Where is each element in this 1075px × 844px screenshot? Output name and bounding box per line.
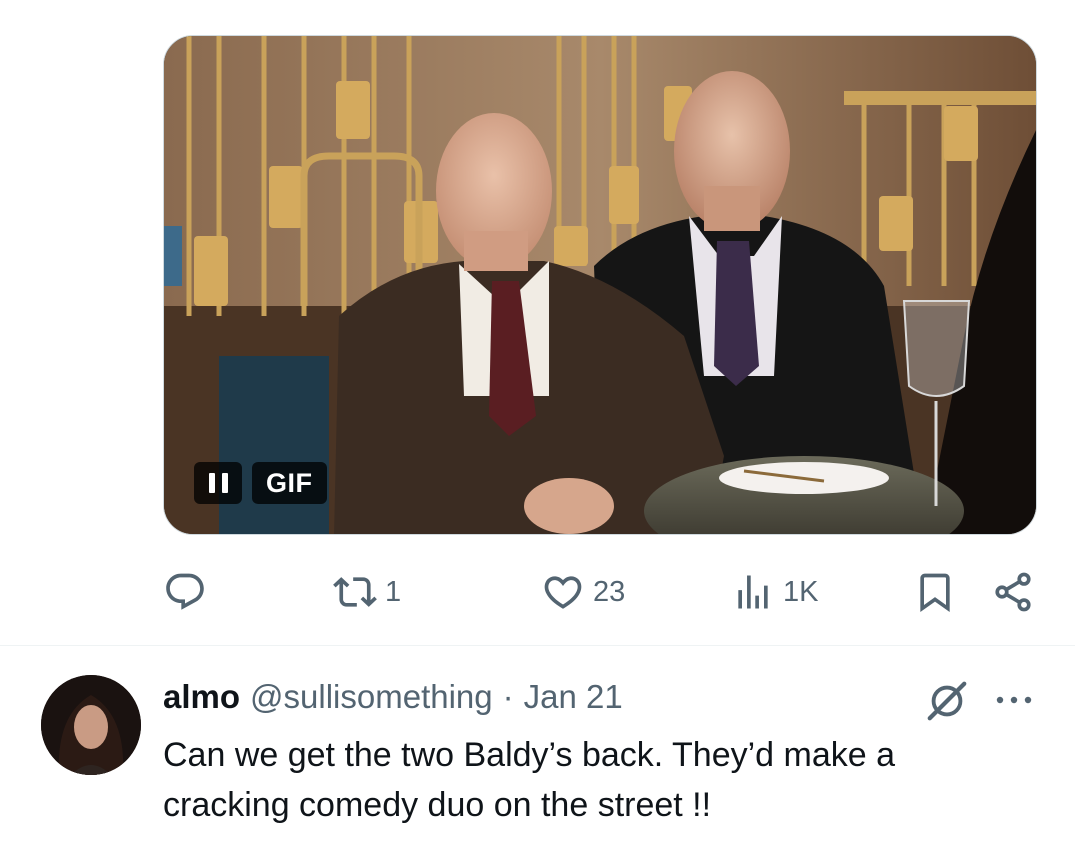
pause-icon[interactable] xyxy=(194,462,242,504)
gif-media[interactable]: GIF xyxy=(163,35,1037,535)
repost-icon xyxy=(333,577,377,607)
repost-button[interactable]: 1 xyxy=(333,560,401,624)
divider xyxy=(0,645,1075,646)
avatar-image xyxy=(41,675,141,775)
separator-dot: · xyxy=(502,678,514,715)
heart-icon xyxy=(544,576,582,609)
reply-text: Can we get the two Baldy’s back. They’d … xyxy=(163,736,896,824)
more-icon[interactable] xyxy=(992,688,1038,712)
analytics-icon xyxy=(738,575,768,609)
display-name[interactable]: almo xyxy=(163,678,240,716)
reply-icon xyxy=(166,573,204,610)
share-button[interactable] xyxy=(991,560,1035,624)
reply-button[interactable] xyxy=(163,560,215,624)
tweet-action-bar: 1 23 1K xyxy=(163,560,1037,624)
reply-header: almo @sullisomething · Jan 21 xyxy=(163,678,623,716)
like-count: 23 xyxy=(593,575,626,608)
views-button[interactable]: 1K xyxy=(731,560,818,624)
gif-badge: GIF xyxy=(252,462,327,504)
bookmark-button[interactable] xyxy=(913,560,957,624)
bookmark-icon xyxy=(920,573,950,613)
user-handle[interactable]: @sullisomething xyxy=(250,678,493,716)
gif-controls: GIF xyxy=(194,462,327,504)
share-icon xyxy=(995,572,1031,612)
timestamp[interactable]: Jan 21 xyxy=(524,678,623,716)
grok-icon[interactable] xyxy=(924,678,970,724)
repost-count: 1 xyxy=(385,575,402,608)
tweet-thread: GIF 1 23 1K almo @sullisomething · Jan 2… xyxy=(0,0,1075,844)
gif-frame xyxy=(164,36,1036,534)
like-button[interactable]: 23 xyxy=(541,560,625,624)
views-count: 1K xyxy=(783,575,819,608)
avatar[interactable] xyxy=(41,675,141,775)
